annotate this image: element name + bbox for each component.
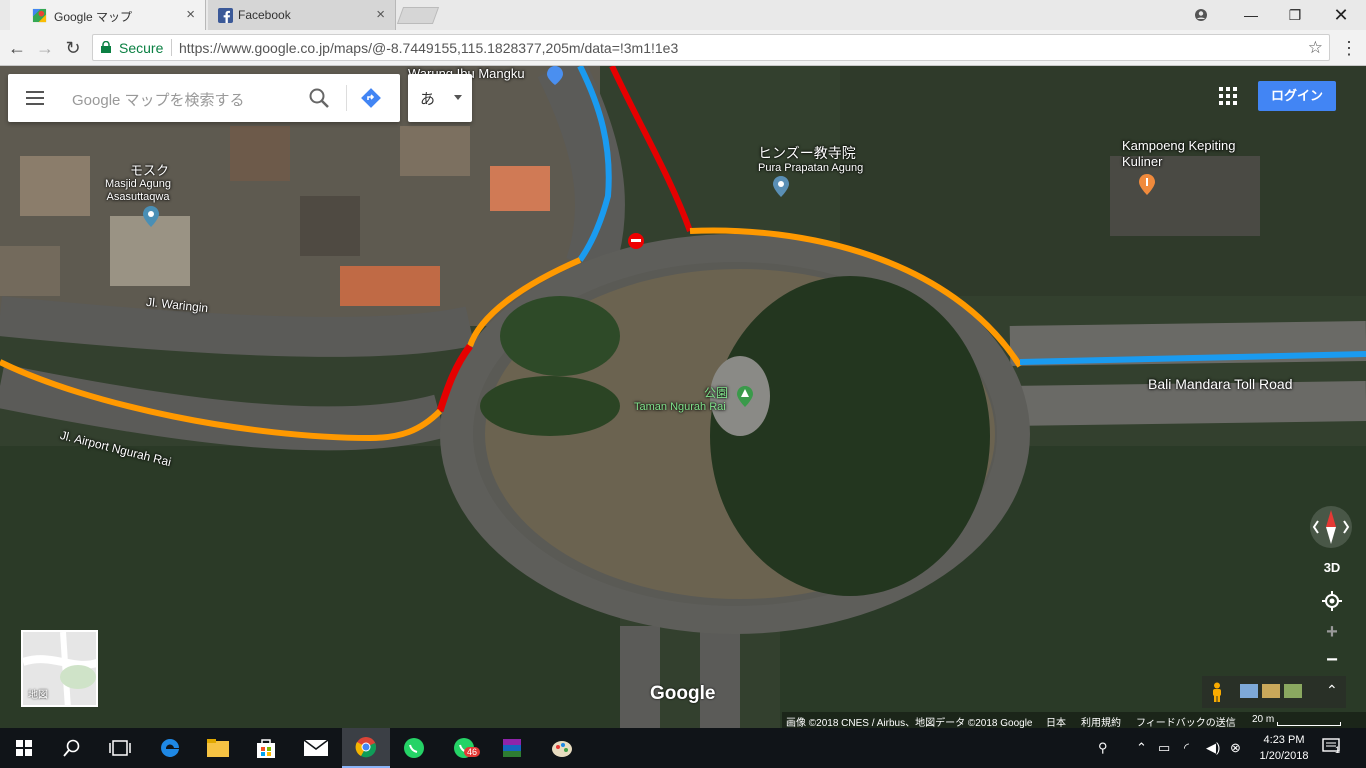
- restaurant-pin-icon[interactable]: [1138, 174, 1156, 196]
- search-icon[interactable]: [308, 87, 330, 109]
- chrome-icon[interactable]: [342, 728, 390, 768]
- windows-start-icon[interactable]: [0, 728, 48, 768]
- clock-time: 4:23 PM: [1263, 734, 1305, 746]
- search-input[interactable]: Google マップを検索する: [72, 89, 245, 110]
- place-label-mosque-category[interactable]: モスク: [130, 160, 169, 179]
- road-label-toll: Bali Mandara Toll Road: [1148, 376, 1293, 392]
- attribution-text: 画像 ©2018 CNES / Airbus、地図データ ©2018 Googl…: [786, 718, 1033, 728]
- park-pin-icon[interactable]: [736, 386, 754, 408]
- file-explorer-icon[interactable]: [194, 728, 242, 768]
- scale-bar: [1277, 722, 1341, 726]
- task-view-icon[interactable]: [96, 728, 144, 768]
- whatsapp-icon[interactable]: 46: [440, 728, 488, 768]
- tab-facebook[interactable]: Facebook ×: [208, 0, 396, 30]
- search-icon[interactable]: [48, 728, 96, 768]
- mosque-pin-icon[interactable]: [142, 206, 160, 228]
- address-bar[interactable]: Secure https://www.google.co.jp/maps/@-8…: [92, 34, 1330, 61]
- edge-icon[interactable]: [146, 728, 194, 768]
- place-label-kampoeng[interactable]: Kampoeng Kepiting Kuliner: [1122, 138, 1242, 170]
- close-icon[interactable]: ⊗: [1230, 740, 1241, 756]
- place-label-park-category[interactable]: 公園: [704, 384, 728, 401]
- paint-icon[interactable]: [538, 728, 586, 768]
- notification-count: 1: [1335, 745, 1341, 755]
- zoom-in-button[interactable]: +: [1318, 618, 1346, 646]
- place-label-temple-category[interactable]: ヒンズー教寺院: [758, 143, 856, 163]
- country-link[interactable]: 日本: [1046, 714, 1066, 728]
- imagery-thumb-icon[interactable]: [1262, 684, 1280, 698]
- tab-title: Facebook: [238, 8, 291, 22]
- store-icon[interactable]: [242, 728, 290, 768]
- close-tab-icon[interactable]: ×: [376, 6, 385, 23]
- winrar-icon[interactable]: [488, 728, 536, 768]
- chevron-down-icon: [454, 95, 462, 100]
- map-canvas[interactable]: Warung Ibu Mangku モスク Masjid Agung Asasu…: [0, 66, 1366, 728]
- lock-icon: [101, 41, 111, 53]
- people-icon[interactable]: ⚲: [1098, 740, 1108, 756]
- mail-icon[interactable]: [292, 728, 340, 768]
- minimize-icon[interactable]: —: [1228, 0, 1274, 30]
- close-window-icon[interactable]: ✕: [1318, 0, 1364, 30]
- clock-date: 1/20/2018: [1259, 750, 1309, 762]
- temple-pin-icon[interactable]: [772, 176, 790, 198]
- zoom-out-button[interactable]: −: [1318, 646, 1346, 674]
- forward-icon[interactable]: →: [34, 37, 56, 59]
- cafe-pin-icon[interactable]: [546, 66, 564, 86]
- divider: [346, 85, 347, 111]
- restore-icon[interactable]: ❐: [1272, 0, 1318, 30]
- pegman-icon[interactable]: [1210, 682, 1224, 702]
- system-clock[interactable]: 4:23 PM 1/20/2018: [1256, 732, 1312, 764]
- map-type-toggle[interactable]: 地図: [21, 630, 98, 707]
- place-label-temple[interactable]: Pura Prapatan Agung: [758, 162, 863, 174]
- google-maps-icon: [32, 8, 47, 23]
- browser-toolbar: ← → ↻ Secure https://www.google.co.jp/ma…: [0, 30, 1366, 66]
- battery-icon[interactable]: ▭: [1158, 740, 1170, 756]
- menu-icon[interactable]: [26, 91, 44, 105]
- imagery-bar: ⌃: [1202, 676, 1346, 708]
- whatsapp-icon[interactable]: [390, 728, 438, 768]
- divider: [171, 39, 172, 56]
- ime-label: あ: [420, 91, 436, 108]
- reload-icon[interactable]: ↻: [62, 37, 84, 59]
- new-tab-button[interactable]: [396, 7, 440, 24]
- chrome-menu-icon[interactable]: ⋮: [1340, 38, 1358, 59]
- chevron-up-icon[interactable]: ⌃: [1136, 740, 1147, 756]
- windows-taskbar: 46 ⚲ ⌃ ▭ ◜ ◀) ⊗ 4:23 PM 1/20/2018 1: [0, 728, 1366, 768]
- feedback-link[interactable]: フィードバックの送信: [1136, 714, 1236, 728]
- wifi-icon[interactable]: ◜: [1184, 740, 1189, 756]
- back-icon[interactable]: ←: [6, 37, 28, 59]
- notification-badge: 46: [464, 747, 481, 757]
- volume-icon[interactable]: ◀): [1206, 740, 1220, 756]
- 3d-toggle-button[interactable]: 3D: [1318, 554, 1346, 582]
- place-label-mosque[interactable]: Masjid Agung Asasuttaqwa: [98, 178, 178, 204]
- facebook-icon: [218, 8, 233, 23]
- imagery-thumb-icon[interactable]: [1284, 684, 1302, 698]
- map-footer: 画像 ©2018 CNES / Airbus、地図データ ©2018 Googl…: [0, 712, 1366, 728]
- secure-label: Secure: [119, 40, 164, 56]
- google-logo: Google: [650, 683, 716, 704]
- apps-grid-icon[interactable]: [1218, 86, 1238, 106]
- search-box: Google マップを検索する: [8, 74, 400, 122]
- map-type-label: 地図: [28, 690, 48, 701]
- action-center-icon[interactable]: 1: [1322, 738, 1342, 759]
- my-location-icon[interactable]: [1318, 587, 1346, 615]
- profile-icon[interactable]: [1178, 0, 1224, 30]
- scale-label[interactable]: 20 m: [1252, 714, 1274, 725]
- input-tools-button[interactable]: あ: [408, 74, 472, 122]
- url-text[interactable]: https://www.google.co.jp/maps/@-8.744915…: [179, 40, 678, 56]
- close-tab-icon[interactable]: ×: [186, 6, 195, 23]
- bookmark-star-icon[interactable]: ☆: [1308, 38, 1323, 58]
- place-label-park[interactable]: Taman Ngurah Rai: [634, 401, 726, 413]
- imagery-thumb-icon[interactable]: [1240, 684, 1258, 698]
- login-button[interactable]: ログイン: [1258, 81, 1336, 111]
- terms-link[interactable]: 利用規約: [1081, 714, 1121, 728]
- chevron-up-icon[interactable]: ⌃: [1326, 682, 1338, 699]
- tab-title: Google マップ: [54, 10, 133, 24]
- directions-icon[interactable]: [360, 87, 382, 109]
- tab-strip: Google マップ × Facebook × — ❐ ✕: [0, 0, 1366, 30]
- tab-google-maps[interactable]: Google マップ ×: [10, 0, 206, 30]
- compass-icon[interactable]: [1310, 506, 1352, 548]
